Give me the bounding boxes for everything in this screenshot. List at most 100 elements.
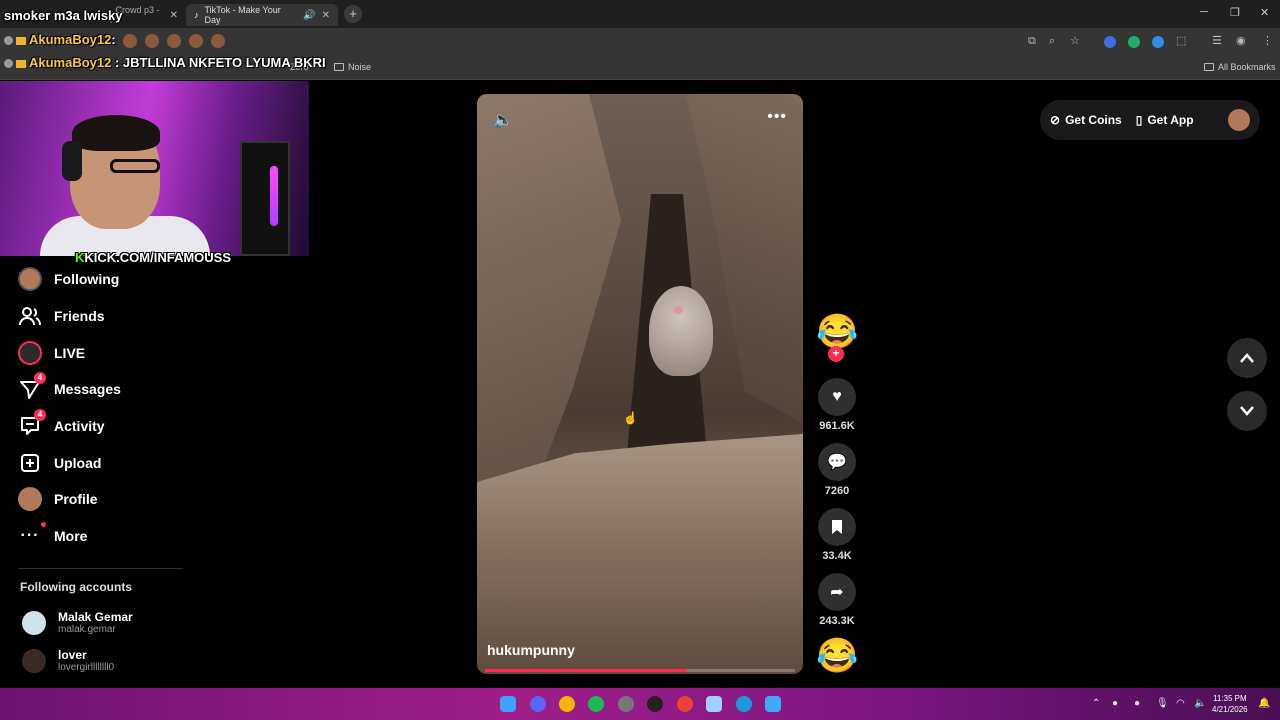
start-icon[interactable]	[500, 696, 516, 712]
heart-icon[interactable]: ♥	[818, 378, 856, 416]
discord-icon[interactable]	[530, 696, 546, 712]
emote-icon	[211, 33, 226, 48]
video-progress-fill	[485, 669, 687, 672]
get-coins-button[interactable]: ⊘ Get Coins	[1050, 113, 1122, 127]
bookmark-icon[interactable]	[818, 508, 856, 546]
puzzle-icon[interactable]: ⬚	[1176, 34, 1186, 47]
close-tab-icon[interactable]: ✕	[322, 10, 330, 21]
previous-video-button[interactable]	[1227, 338, 1267, 378]
chat-username: AkumaBoy12	[29, 55, 112, 70]
activity-icon: 4	[18, 409, 46, 438]
rgb-light	[270, 166, 278, 226]
chrome-icon[interactable]	[677, 696, 693, 712]
save-count: 33.4K	[822, 550, 852, 562]
sidebar-item-activity[interactable]: 4 Activity	[18, 409, 105, 438]
get-app-button[interactable]: ▯ Get App	[1136, 113, 1194, 127]
following-account[interactable]: lover lovergirllllllll0	[22, 648, 114, 673]
sidebar-item-upload[interactable]: Upload	[18, 451, 101, 475]
sidebar-item-label: Activity	[54, 418, 105, 434]
glasses	[110, 159, 160, 173]
minimize-icon[interactable]: ─	[1200, 6, 1208, 18]
tray-chevron-icon[interactable]: ⌃	[1092, 698, 1100, 709]
share-action[interactable]: ➦ 243.3K	[816, 573, 858, 627]
volume-icon[interactable]: 🔈	[493, 110, 513, 130]
bookmark-label: Noise	[348, 62, 372, 72]
friends-icon	[18, 304, 42, 328]
save-action[interactable]: 33.4K	[816, 508, 858, 562]
close-tab-icon[interactable]: ✕	[170, 10, 178, 21]
video-player[interactable]: 🔈 ••• hukumpunny	[477, 94, 803, 674]
sidebar-item-label: Profile	[54, 491, 98, 507]
next-video-button[interactable]	[1227, 391, 1267, 431]
coin-icon: ⊘	[1050, 113, 1061, 127]
more-options-icon[interactable]: •••	[767, 108, 787, 126]
messages-icon: 4	[18, 372, 46, 401]
sidebar-item-messages[interactable]: 4 Messages	[18, 372, 121, 401]
wifi-icon[interactable]: ◠	[1176, 698, 1185, 709]
close-window-icon[interactable]: ✕	[1260, 6, 1269, 19]
following-account[interactable]: Malak Gemar malak.gemar	[22, 610, 133, 635]
video-progress-bar[interactable]	[485, 669, 795, 672]
new-tab-button[interactable]: +	[344, 5, 362, 23]
all-bookmarks[interactable]: All Bookmarks	[1204, 62, 1276, 72]
rock-ledge	[477, 434, 803, 674]
following-avatar-icon	[18, 267, 42, 291]
chat-text: smoker m3a lwisky	[4, 8, 123, 23]
clock[interactable]: 11:35 PM 4/21/2026	[1212, 693, 1248, 715]
sidebar-item-label: LIVE	[54, 345, 86, 361]
zoom-icon[interactable]: ⌕	[1049, 35, 1055, 48]
app-icon[interactable]	[647, 696, 663, 712]
maximize-icon[interactable]: ❐	[1230, 6, 1240, 19]
star-icon[interactable]: ☆	[1070, 34, 1080, 47]
notification-dot	[41, 522, 46, 527]
notification-icon[interactable]: 🔔	[1258, 698, 1270, 709]
extension-icon[interactable]	[1104, 36, 1116, 48]
webcam-overlay	[0, 81, 309, 256]
tray-icon[interactable]: ●	[1134, 698, 1140, 709]
cast-icon[interactable]: ⧉	[1028, 35, 1036, 48]
share-icon[interactable]: ➦	[818, 573, 856, 611]
speaker-icon[interactable]: 🔊	[303, 10, 315, 21]
chevron-down-icon	[1240, 406, 1254, 416]
account-name: Malak Gemar	[58, 610, 133, 624]
sidebar-item-following[interactable]: Following	[18, 267, 119, 291]
sidebar-item-live[interactable]: LIVE	[18, 341, 85, 365]
profile-icon[interactable]: ◉	[1236, 34, 1246, 47]
app-icon[interactable]	[706, 696, 722, 712]
chrome-icon[interactable]	[559, 696, 575, 712]
sidebar-item-label: Messages	[54, 381, 121, 397]
sidebar-item-profile[interactable]: Profile	[18, 487, 98, 511]
menu-icon[interactable]: ⋮	[1262, 34, 1273, 47]
user-avatar[interactable]	[1228, 109, 1250, 131]
comment-icon[interactable]: 💬	[818, 443, 856, 481]
top-actions-pill: ⊘ Get Coins ▯ Get App	[1040, 100, 1260, 140]
spotify-icon[interactable]	[588, 696, 604, 712]
sidebar-item-more[interactable]: ··· More	[18, 522, 87, 548]
profile-avatar-icon	[18, 487, 42, 511]
mic-icon[interactable]: 🎙	[1156, 698, 1169, 709]
sound-disc[interactable]: 😂	[816, 636, 858, 676]
volume-tray-icon[interactable]: 🔈	[1194, 698, 1206, 709]
app-icon[interactable]	[736, 696, 752, 712]
sound-emoji-icon: 😂	[816, 637, 859, 675]
tab-search-icon[interactable]: ☰	[1212, 34, 1222, 47]
sidebar-item-friends[interactable]: Friends	[18, 304, 105, 328]
comment-count: 7260	[824, 485, 850, 497]
discord-tray-icon[interactable]: ●	[1112, 698, 1118, 709]
extension-icon[interactable]	[1152, 36, 1164, 48]
obs-icon[interactable]	[618, 696, 634, 712]
follow-button[interactable]: +	[828, 346, 844, 362]
app-icon[interactable]	[765, 696, 781, 712]
badge-icon	[4, 36, 13, 46]
like-action[interactable]: ♥ 961.6K	[816, 378, 858, 432]
account-handle: malak.gemar	[58, 624, 116, 635]
extension-icon[interactable]	[1128, 36, 1140, 48]
activity-badge: 4	[34, 409, 46, 421]
video-author[interactable]: hukumpunny	[487, 642, 575, 658]
tab-tiktok[interactable]: ♪ TikTok - Make Your Day 🔊 ✕	[186, 4, 338, 26]
get-app-label: Get App	[1147, 113, 1194, 127]
time: 11:35 PM	[1212, 694, 1247, 703]
bookmark-noise[interactable]: Noise	[334, 62, 371, 72]
browser-tab-bar: ...Crowd p3 - Y ✕ ♪ TikTok - Make Your D…	[0, 0, 1280, 28]
comment-action[interactable]: 💬 7260	[816, 443, 858, 497]
